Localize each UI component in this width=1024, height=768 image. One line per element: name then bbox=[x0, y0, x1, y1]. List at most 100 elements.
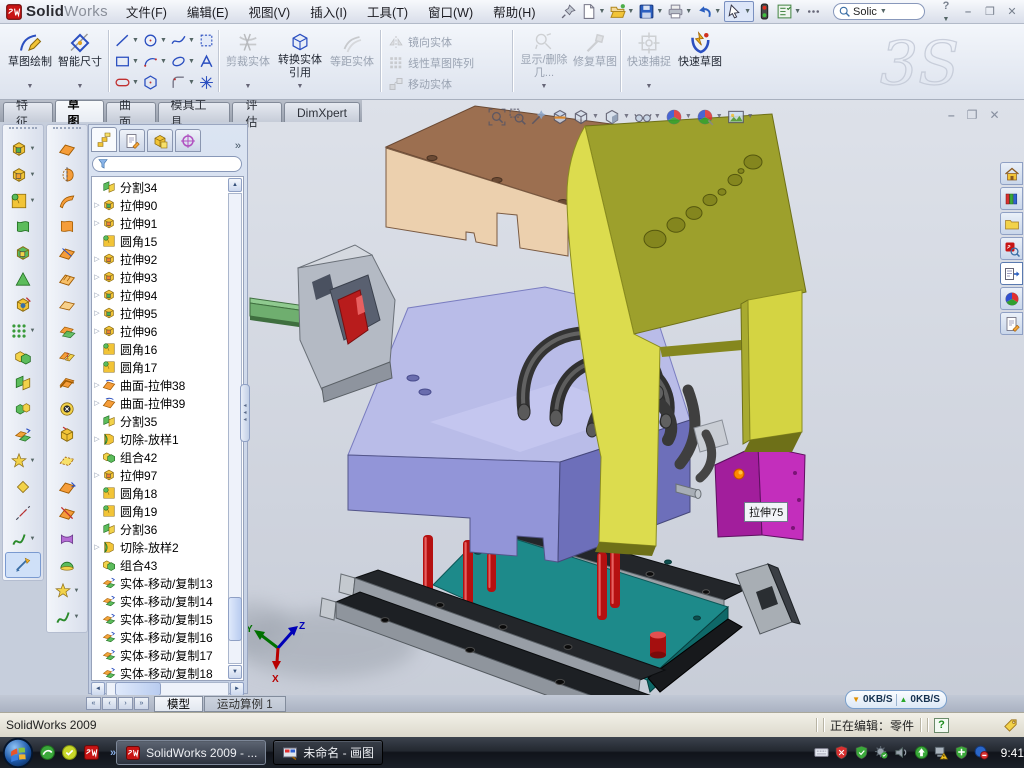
quick-tips-button[interactable]: ? bbox=[934, 718, 949, 733]
menu-w[interactable]: 窗口(W) bbox=[418, 0, 483, 23]
scroll-up-button[interactable]: ▲ bbox=[228, 178, 242, 192]
reference-geometry-button[interactable]: ▼ bbox=[3, 448, 43, 474]
split-button[interactable] bbox=[3, 370, 43, 396]
menu-f[interactable]: 文件(F) bbox=[116, 0, 177, 23]
expand-arrow[interactable]: ▷ bbox=[92, 543, 102, 551]
hide-show-items-button[interactable]: ▼ bbox=[634, 108, 662, 126]
open-file-button[interactable]: ▼ bbox=[608, 2, 636, 21]
reference-geometry-button[interactable]: ▼ bbox=[47, 578, 87, 604]
clamp-unit-gray[interactable] bbox=[298, 245, 395, 402]
tree-item-move-copy16[interactable]: 实体-移动/复制16 bbox=[92, 628, 228, 646]
paint-window-taskbar-button[interactable]: 未命名 - 画图 bbox=[273, 740, 383, 765]
expand-arrow[interactable]: ▷ bbox=[92, 291, 102, 299]
upload-status-tray-icon[interactable] bbox=[914, 745, 929, 760]
pin-toolbar-button[interactable] bbox=[559, 2, 578, 21]
point-button[interactable] bbox=[198, 74, 215, 91]
solidworks-quick-button[interactable] bbox=[83, 744, 100, 761]
boundary-surface-button[interactable] bbox=[47, 240, 87, 266]
chevron-down-icon[interactable]: ▼ bbox=[880, 8, 887, 15]
undo-button[interactable]: ▼ bbox=[695, 2, 723, 21]
dimxpertmanager-tab[interactable] bbox=[175, 129, 201, 152]
apply-scene-button[interactable]: ▼ bbox=[696, 108, 724, 126]
tree-item-cut-loft2[interactable]: ▷切除-放样2 bbox=[92, 538, 228, 556]
tab-model[interactable]: 模型 bbox=[154, 696, 203, 712]
text-button[interactable] bbox=[198, 53, 215, 70]
tree-item-fillet17[interactable]: 圆角17 bbox=[92, 358, 228, 376]
tree-item-extrude96[interactable]: ▷拉伸96 bbox=[92, 322, 228, 340]
expand-arrow[interactable]: ▷ bbox=[92, 273, 102, 281]
extend-surface-button[interactable] bbox=[47, 474, 87, 500]
feature-filter[interactable] bbox=[92, 156, 242, 172]
new-file-button[interactable]: ▼ bbox=[579, 2, 607, 21]
design-library-tab[interactable] bbox=[1000, 187, 1023, 210]
expand-arrow[interactable]: ▷ bbox=[92, 327, 102, 335]
trim-entities-button[interactable]: 剪裁实体▼ bbox=[224, 27, 272, 95]
tab-scroll-3[interactable]: » bbox=[134, 697, 149, 710]
move-entities-button[interactable]: 移动实体 bbox=[388, 74, 504, 94]
tree-item-extrude92[interactable]: ▷拉伸92 bbox=[92, 250, 228, 268]
horizontal-scroll-thumb[interactable] bbox=[115, 682, 161, 696]
linear-pattern-button[interactable]: ▼ bbox=[3, 318, 43, 344]
tab-特征[interactable]: 特征 bbox=[3, 102, 53, 122]
sketch-button[interactable]: 草图绘制▼ bbox=[6, 27, 54, 95]
tree-item-move-copy18[interactable]: 实体-移动/复制18 bbox=[92, 664, 228, 681]
nozzle-arm-green[interactable] bbox=[250, 298, 306, 328]
select-box-button[interactable] bbox=[198, 32, 215, 49]
tree-item-extrude93[interactable]: ▷拉伸93 bbox=[92, 268, 228, 286]
tree-item-surface-extrude38[interactable]: ▷曲面-拉伸38 bbox=[92, 376, 228, 394]
bodies-button[interactable] bbox=[3, 396, 43, 422]
featuremanager-tab[interactable] bbox=[91, 127, 117, 152]
vertical-scroll-thumb[interactable] bbox=[228, 597, 242, 641]
mirror-entities-button[interactable]: 镜向实体 bbox=[388, 32, 504, 52]
volume-tray-icon[interactable] bbox=[894, 745, 909, 760]
rapid-sketch-button[interactable]: 快速草图 bbox=[676, 27, 724, 95]
doc-close-button[interactable]: ✕ bbox=[989, 108, 999, 122]
planar-surface-button[interactable] bbox=[47, 292, 87, 318]
scroll-left-button[interactable]: ◄ bbox=[91, 682, 105, 696]
line-button[interactable]: ▼ bbox=[114, 32, 140, 49]
plane-button[interactable] bbox=[3, 474, 43, 500]
minimize-button[interactable]: – bbox=[960, 6, 976, 18]
print-button[interactable]: ▼ bbox=[666, 2, 694, 21]
tab-DimXpert[interactable]: DimXpert bbox=[284, 102, 360, 122]
tree-item-split34[interactable]: 分割34 bbox=[92, 178, 228, 196]
expand-arrow[interactable]: ▷ bbox=[92, 219, 102, 227]
start-button[interactable] bbox=[3, 738, 33, 768]
quick-snaps-button[interactable]: 快速捕捉▼ bbox=[626, 27, 672, 95]
3d-model[interactable]: Y Z X bbox=[248, 100, 1024, 695]
rectangle-button[interactable]: ▼ bbox=[114, 53, 140, 70]
close-button[interactable]: ✕ bbox=[1004, 5, 1020, 18]
extruded-cut-button[interactable]: ▼ bbox=[3, 162, 43, 188]
custom-properties-tab[interactable] bbox=[1000, 312, 1023, 335]
delete-face-button[interactable] bbox=[47, 396, 87, 422]
shell-button[interactable] bbox=[3, 240, 43, 266]
options-button[interactable]: ▼ bbox=[775, 2, 803, 21]
file-explorer-tab[interactable] bbox=[1000, 212, 1023, 235]
slider-block-magenta[interactable] bbox=[715, 445, 805, 540]
instant3d-button[interactable] bbox=[5, 552, 41, 578]
tree-item-combine42[interactable]: 组合42 bbox=[92, 448, 228, 466]
solidworks-search-tab[interactable] bbox=[1000, 237, 1023, 260]
knit-surface-button[interactable] bbox=[47, 344, 87, 370]
doc-restore-button[interactable]: ❐ bbox=[967, 108, 978, 122]
slot-button[interactable]: ▼ bbox=[114, 74, 140, 91]
combine-bodies-button[interactable] bbox=[3, 344, 43, 370]
magnify-button[interactable] bbox=[530, 108, 548, 126]
circle-button[interactable]: ▼ bbox=[142, 32, 168, 49]
filled-surface-button[interactable] bbox=[47, 266, 87, 292]
view-orientation-button[interactable]: ▼ bbox=[572, 108, 600, 126]
axis-button[interactable] bbox=[3, 500, 43, 526]
tree-item-surface-extrude39[interactable]: ▷曲面-拉伸39 bbox=[92, 394, 228, 412]
extruded-boss-button[interactable]: ▼ bbox=[3, 136, 43, 162]
toolbar-grip[interactable] bbox=[53, 127, 81, 134]
network-speed-gadget[interactable]: ▼ 0KB/S ▲ 0KB/S bbox=[845, 690, 947, 709]
loft-button[interactable] bbox=[3, 214, 43, 240]
edit-appearance-button[interactable]: ▼ bbox=[665, 108, 693, 126]
expand-arrow[interactable]: ▷ bbox=[92, 309, 102, 317]
zoom-fit-button[interactable] bbox=[488, 108, 506, 126]
graphics-area[interactable]: Y Z X bbox=[248, 100, 1024, 695]
tree-item-move-copy14[interactable]: 实体-移动/复制14 bbox=[92, 592, 228, 610]
appearances-scenes-tab[interactable] bbox=[1000, 287, 1023, 310]
panel-splitter-handle[interactable]: ◂◂◂ bbox=[240, 384, 250, 442]
section-view-button[interactable] bbox=[551, 108, 569, 126]
